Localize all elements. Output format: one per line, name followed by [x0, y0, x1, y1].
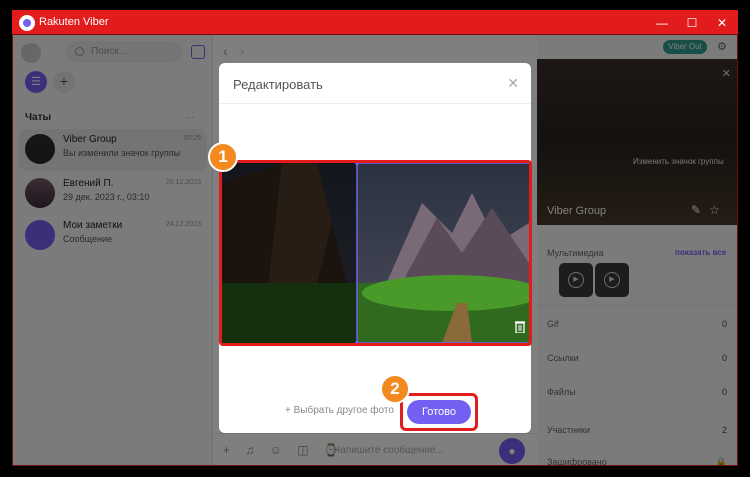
- maximize-button[interactable]: ☐: [683, 14, 701, 32]
- screenshot-frame: Rakuten Viber — ☐ ✕ Поиск... ☰ + Чаты ··…: [0, 0, 750, 477]
- viber-logo-icon: [19, 15, 35, 31]
- landscape-image: [222, 163, 529, 343]
- done-button[interactable]: Готово: [407, 400, 471, 424]
- dialog-title: Редактировать: [233, 77, 323, 92]
- divider: [219, 103, 531, 104]
- window-title: Rakuten Viber: [39, 16, 109, 28]
- close-icon[interactable]: ✕: [507, 75, 519, 92]
- step-callout-2: 2: [380, 374, 410, 404]
- trash-icon[interactable]: [514, 320, 526, 333]
- step-callout-1: 1: [208, 142, 238, 172]
- minimize-button[interactable]: —: [653, 14, 671, 32]
- choose-other-photo-link[interactable]: + Выбрать другое фото: [285, 405, 394, 416]
- image-crop-area[interactable]: [219, 160, 532, 346]
- close-button[interactable]: ✕: [713, 14, 731, 32]
- title-bar: Rakuten Viber — ☐ ✕: [13, 11, 737, 35]
